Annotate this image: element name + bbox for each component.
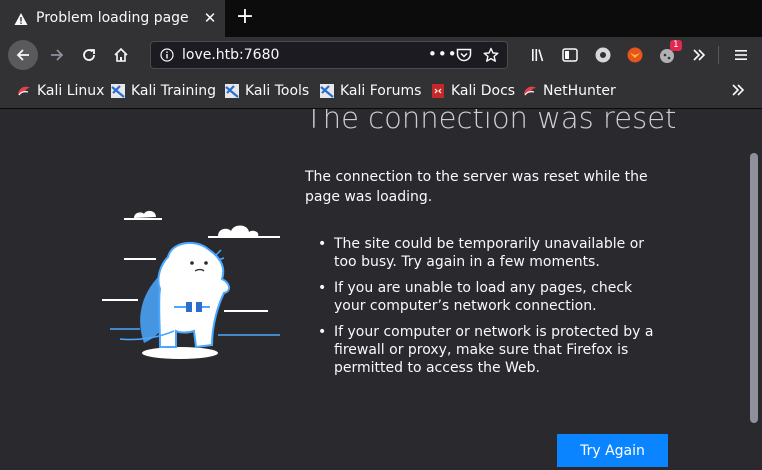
close-tab-icon[interactable]: ✕: [201, 9, 219, 27]
bookmark-nethunter[interactable]: NetHunter: [522, 81, 616, 101]
error-title: The connection was reset: [305, 109, 677, 135]
bookmarks-overflow-icon[interactable]: [729, 81, 747, 99]
forward-button[interactable]: [42, 40, 72, 70]
info-icon[interactable]: [160, 48, 174, 62]
bookmark-label: NetHunter: [543, 83, 616, 99]
error-description: The connection to the server was reset w…: [305, 169, 648, 205]
reload-button[interactable]: [74, 40, 104, 70]
tab-active[interactable]: Problem loading page ✕: [0, 0, 225, 37]
error-page: The connection was reset The connection …: [0, 109, 762, 470]
page-actions-icon[interactable]: •••: [428, 45, 458, 63]
bookmark-kali-tools[interactable]: Kali Tools: [224, 81, 309, 101]
kali-forums-icon: [320, 84, 334, 98]
kali-dragon-icon: [18, 86, 30, 96]
extension-disc-icon[interactable]: [594, 46, 612, 64]
arrow-left-icon: [16, 49, 29, 61]
foxyproxy-icon[interactable]: [626, 46, 644, 64]
tab-strip: Problem loading page ✕ +: [0, 0, 762, 37]
new-tab-button[interactable]: +: [234, 6, 256, 30]
connection-reset-illustration: [102, 210, 280, 359]
hamburger-menu-icon[interactable]: [732, 46, 750, 64]
navigation-toolbar: love.htb:7680 ••• 1: [0, 37, 762, 73]
try-again-button[interactable]: Try Again: [557, 434, 668, 467]
home-button[interactable]: [106, 40, 136, 70]
reload-icon: [83, 49, 95, 61]
bookmark-label: Kali Tools: [245, 83, 310, 99]
url-text[interactable]: love.htb:7680: [182, 47, 279, 63]
bookmark-kali-forums[interactable]: Kali Forums: [319, 81, 421, 101]
home-icon: [114, 47, 128, 62]
bookmarks-toolbar: Kali Linux Kali Training Kali Tools Kali…: [0, 73, 762, 109]
sidebar-icon[interactable]: [561, 46, 579, 64]
bookmark-kali-training[interactable]: Kali Training: [110, 81, 216, 101]
tab-title: Problem loading page: [36, 10, 189, 26]
kali-docs-icon: [432, 84, 444, 98]
overflow-chevron-icon[interactable]: [690, 46, 708, 64]
scrollbar[interactable]: [747, 109, 762, 470]
arrow-right-icon: [51, 49, 64, 61]
toolbar-separator: [718, 46, 719, 64]
bookmark-label: Kali Forums: [340, 83, 422, 99]
library-icon[interactable]: [530, 46, 548, 64]
kali-tools-icon: [225, 84, 239, 98]
nethunter-icon: [524, 86, 536, 96]
bookmark-label: Kali Linux: [37, 83, 105, 99]
error-suggestions: The site could be temporarily unavailabl…: [318, 235, 663, 385]
bookmark-star-icon[interactable]: [483, 47, 499, 63]
warning-icon: [14, 13, 28, 25]
list-item: If your computer or network is protected…: [318, 323, 663, 377]
bookmark-kali-linux[interactable]: Kali Linux: [16, 81, 104, 101]
bookmark-label: Kali Docs: [451, 83, 516, 99]
bookmark-kali-docs[interactable]: Kali Docs: [430, 81, 515, 101]
kali-training-icon: [111, 84, 125, 98]
bookmark-label: Kali Training: [131, 83, 216, 99]
pocket-icon[interactable]: [456, 48, 472, 63]
notification-badge: 1: [670, 40, 682, 51]
list-item: If you are unable to load any pages, che…: [318, 279, 663, 315]
back-button[interactable]: [8, 40, 38, 70]
list-item: The site could be temporarily unavailabl…: [318, 235, 663, 271]
scrollbar-thumb[interactable]: [750, 153, 758, 423]
url-bar[interactable]: love.htb:7680 •••: [150, 41, 508, 69]
